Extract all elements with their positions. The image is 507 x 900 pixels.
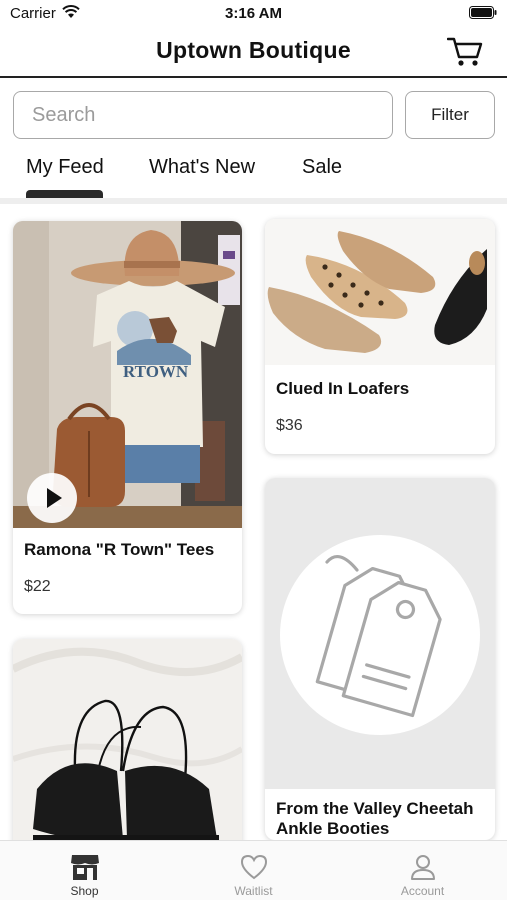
product-image [265,219,495,365]
shop-icon [71,855,99,880]
tab-sale[interactable]: Sale [302,156,342,179]
heart-icon [240,854,268,880]
filter-button[interactable]: Filter [405,91,495,139]
play-icon [47,488,62,508]
tab-bar-shop[interactable]: Shop [0,841,169,900]
play-video-button[interactable] [27,473,77,523]
search-input[interactable] [13,91,393,139]
page-title: Uptown Boutique [156,37,351,63]
person-icon [411,855,435,880]
price-tag-icon [280,535,480,735]
product-name: From the Valley Cheetah Ankle Booties [276,799,474,838]
tab-bar-waitlist[interactable]: Waitlist [169,841,338,900]
tab-bar-label: Account [400,884,445,898]
product-card[interactable]: From the Valley Cheetah Ankle Booties [265,478,495,840]
product-image-placeholder [265,478,495,789]
product-card[interactable]: Clued In Loafers $36 [265,219,495,454]
product-price: $22 [24,578,51,595]
product-price: $36 [276,417,303,434]
status-time: 3:16 AM [225,5,282,22]
tab-bar-label: Shop [70,884,99,898]
product-name: Ramona "R Town" Tees [24,540,215,559]
tab-bar-label: Waitlist [234,884,273,898]
tab-bar-account[interactable]: Account [338,841,507,900]
cart-icon[interactable] [447,36,483,68]
tab-whats-new[interactable]: What's New [149,156,255,179]
product-name: Clued In Loafers [276,379,410,398]
nav-bar: Uptown Boutique [0,28,507,78]
svg-text:RTOWN: RTOWN [123,362,189,381]
battery-icon [469,6,497,19]
tabs-divider [0,198,507,204]
status-bar: Carrier 3:16 AM [0,0,507,28]
tab-my-feed[interactable]: My Feed [26,156,104,179]
bottom-tab-bar: Shop Waitlist Account [0,840,507,900]
product-card[interactable]: RTOWN Ramona "R Town" Tees $22 [13,221,242,614]
